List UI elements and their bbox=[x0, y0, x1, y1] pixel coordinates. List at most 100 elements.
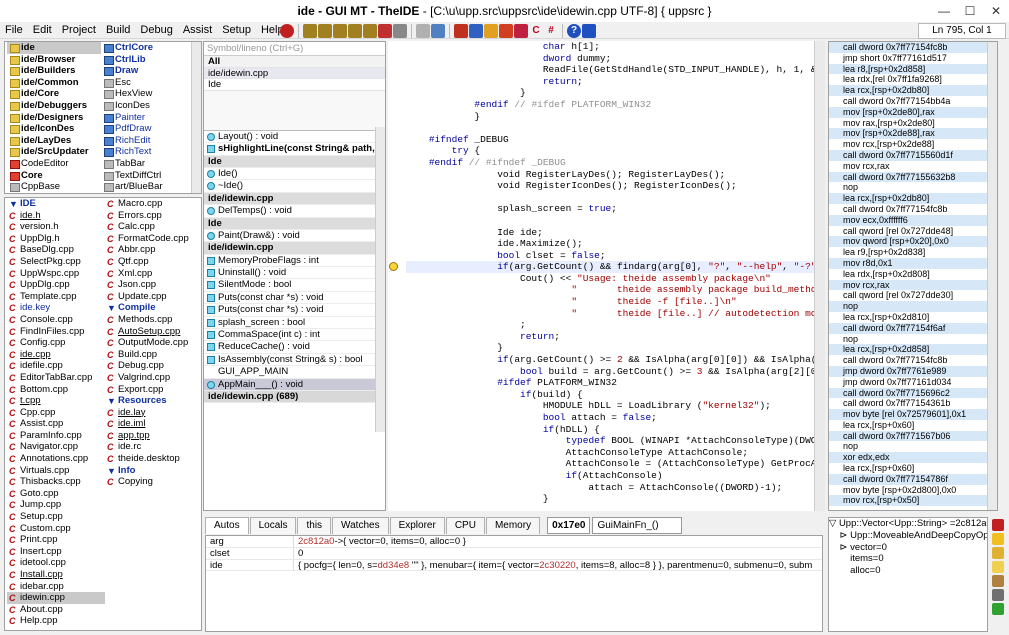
package-scrollbar[interactable] bbox=[191, 42, 201, 193]
package-item[interactable]: ide/Core bbox=[7, 88, 101, 100]
build-icon[interactable] bbox=[431, 23, 445, 38]
file-item[interactable]: C Export.cpp bbox=[105, 384, 201, 396]
file-list[interactable]: ▼ IDE Cide.h Cversion.h C UppDlg.h C BaseDlg.cp… bbox=[4, 197, 202, 631]
file-item[interactable]: C OutputMode.cpp bbox=[105, 337, 201, 349]
disassembly-panel[interactable]: call dword 0x7ff77154fc8b jmp short 0x7ff… bbox=[828, 41, 998, 511]
file-item[interactable]: C Print.cpp bbox=[7, 534, 105, 546]
file-item[interactable]: C Qtf.cpp bbox=[105, 256, 201, 268]
help-icon[interactable]: ? bbox=[567, 23, 581, 38]
file-item[interactable]: C Help.cpp bbox=[7, 615, 105, 627]
navigator-item[interactable]: Puts(const char *s) : void bbox=[204, 292, 385, 305]
package-item[interactable]: ide/Common bbox=[7, 77, 101, 89]
file-item[interactable]: Cversion.h bbox=[7, 221, 105, 233]
package-item[interactable]: ide/SrcUpdater bbox=[7, 146, 101, 158]
disable-icon[interactable] bbox=[393, 23, 407, 38]
breakpoint-icon[interactable] bbox=[378, 23, 392, 38]
package-item[interactable]: IconDes bbox=[101, 100, 195, 112]
run-icon[interactable]: # bbox=[544, 24, 558, 38]
package-item[interactable]: CtrlLib bbox=[101, 54, 195, 66]
navigator-item[interactable]: IsAssembly(const String& s) : bool bbox=[204, 354, 385, 367]
menu-assist[interactable]: Assist bbox=[178, 22, 217, 39]
package-item[interactable]: CppBase bbox=[7, 181, 101, 193]
file-item[interactable]: Cidefile.cpp bbox=[7, 360, 105, 372]
package-item[interactable]: ide/Builders bbox=[7, 65, 101, 77]
note-icon[interactable] bbox=[992, 561, 1004, 573]
navigator-item[interactable]: GUI_APP_MAIN bbox=[204, 366, 385, 379]
format-icon[interactable] bbox=[514, 23, 528, 38]
menu-build[interactable]: Build bbox=[101, 22, 135, 39]
printer-icon[interactable] bbox=[992, 589, 1004, 601]
file-item[interactable]: C AutoSetup.cpp bbox=[105, 326, 201, 338]
file-item[interactable]: C About.cpp bbox=[7, 604, 105, 616]
file-item[interactable]: C Copying bbox=[105, 476, 201, 488]
tree-node[interactable]: alloc=0 bbox=[829, 565, 987, 577]
file-item[interactable]: C Bottom.cpp bbox=[7, 384, 105, 396]
maximize-icon[interactable]: ☐ bbox=[957, 0, 983, 22]
file-item[interactable]: Cidewin.cpp bbox=[7, 592, 105, 604]
tree-node[interactable]: items=0 bbox=[829, 553, 987, 565]
package-item[interactable]: Esc bbox=[101, 77, 195, 89]
navigator-scope-item[interactable]: All bbox=[204, 56, 385, 68]
link-icon[interactable] bbox=[469, 23, 483, 38]
file-item[interactable]: C FormatCode.cpp bbox=[105, 233, 201, 245]
file-item[interactable]: Ctheide.desktop bbox=[105, 453, 201, 465]
disassembly-scrollbar[interactable] bbox=[987, 42, 997, 510]
tab-cpu[interactable]: CPU bbox=[445, 517, 485, 534]
run-to-icon[interactable] bbox=[348, 23, 362, 38]
package-item[interactable]: Draw bbox=[101, 65, 195, 77]
package-item[interactable]: ide/Debuggers bbox=[7, 100, 101, 112]
navigator-item[interactable]: MemoryProbeFlags : int bbox=[204, 255, 385, 268]
navigator-item[interactable]: Ide() bbox=[204, 168, 385, 181]
file-item[interactable]: C Config.cpp bbox=[7, 337, 105, 349]
navigator-item[interactable]: DelTemps() : void bbox=[204, 205, 385, 218]
tab-autos[interactable]: Autos bbox=[205, 517, 249, 534]
file-item[interactable]: Cidetool.cpp bbox=[7, 557, 105, 569]
navigator-item[interactable]: AppMain___() : void bbox=[204, 378, 385, 391]
file-item[interactable]: Cide.cpp bbox=[7, 349, 105, 361]
file-item[interactable]: Cide.iml bbox=[105, 418, 201, 430]
package-item[interactable]: CodeEditor bbox=[7, 158, 101, 170]
file-item[interactable]: C BaseDlg.cpp bbox=[7, 244, 105, 256]
navigator-item[interactable]: Ide bbox=[204, 217, 385, 230]
frame-select[interactable]: 0x17e0 bbox=[547, 517, 591, 534]
file-item[interactable]: ▼ IDE bbox=[7, 198, 105, 210]
file-item[interactable]: C Console.cpp bbox=[7, 314, 105, 326]
file-item[interactable]: C Template.cpp bbox=[7, 291, 105, 303]
file-item[interactable]: C ParamInfo.cpp bbox=[7, 430, 105, 442]
package-item[interactable]: ide bbox=[7, 42, 101, 54]
menu-file[interactable]: File bbox=[0, 22, 28, 39]
navigator-item[interactable]: ide/idewin.cpp bbox=[204, 242, 385, 255]
step-over-icon[interactable] bbox=[318, 23, 332, 38]
disk-icon[interactable] bbox=[992, 575, 1004, 587]
c-file-icon[interactable]: C bbox=[529, 24, 543, 38]
close-icon[interactable]: ✕ bbox=[983, 0, 1009, 22]
code-editor[interactable]: char h[1]; dword dummy; ReadFile(GetStdH… bbox=[388, 41, 825, 511]
step-into-icon[interactable] bbox=[303, 23, 317, 38]
package-item[interactable]: TabBar bbox=[101, 158, 195, 170]
file-item[interactable]: C Insert.cpp bbox=[7, 546, 105, 558]
file-item[interactable]: C Annotations.cpp bbox=[7, 453, 105, 465]
package-item[interactable]: Core bbox=[7, 170, 101, 182]
file-item[interactable]: C UppDlg.cpp bbox=[7, 279, 105, 291]
file-item[interactable]: ▼ Resources bbox=[105, 395, 201, 407]
tab-memory[interactable]: Memory bbox=[485, 517, 541, 534]
file-item[interactable]: C Setup.cpp bbox=[7, 511, 105, 523]
navigator-item[interactable]: SilentMode : bool bbox=[204, 279, 385, 292]
file-item[interactable]: ▼ Info bbox=[105, 465, 201, 477]
navigator-scrollbar[interactable] bbox=[375, 127, 385, 432]
tree-node[interactable]: ⊳ vector=0 bbox=[829, 542, 987, 554]
lightning-icon[interactable] bbox=[484, 23, 498, 38]
file-item[interactable]: C SelectPkg.cpp bbox=[7, 256, 105, 268]
gear-icon[interactable] bbox=[992, 603, 1004, 615]
tab-this[interactable]: this bbox=[297, 517, 332, 534]
warning-icon[interactable] bbox=[992, 533, 1004, 545]
info-icon[interactable] bbox=[582, 23, 596, 38]
file-item[interactable]: ▼ Compile bbox=[105, 302, 201, 314]
file-item[interactable]: C Goto.cpp bbox=[7, 488, 105, 500]
file-item[interactable]: C Virtuals.cpp bbox=[7, 465, 105, 477]
variable-row[interactable]: arg 2c812a0->{ vector=0, items=0, alloc=0… bbox=[206, 536, 822, 548]
file-item[interactable]: C UppWspc.cpp bbox=[7, 268, 105, 280]
package-item[interactable]: RichText bbox=[101, 146, 195, 158]
package-item[interactable]: HexView bbox=[101, 88, 195, 100]
package-item[interactable]: ide/Designers bbox=[7, 112, 101, 124]
